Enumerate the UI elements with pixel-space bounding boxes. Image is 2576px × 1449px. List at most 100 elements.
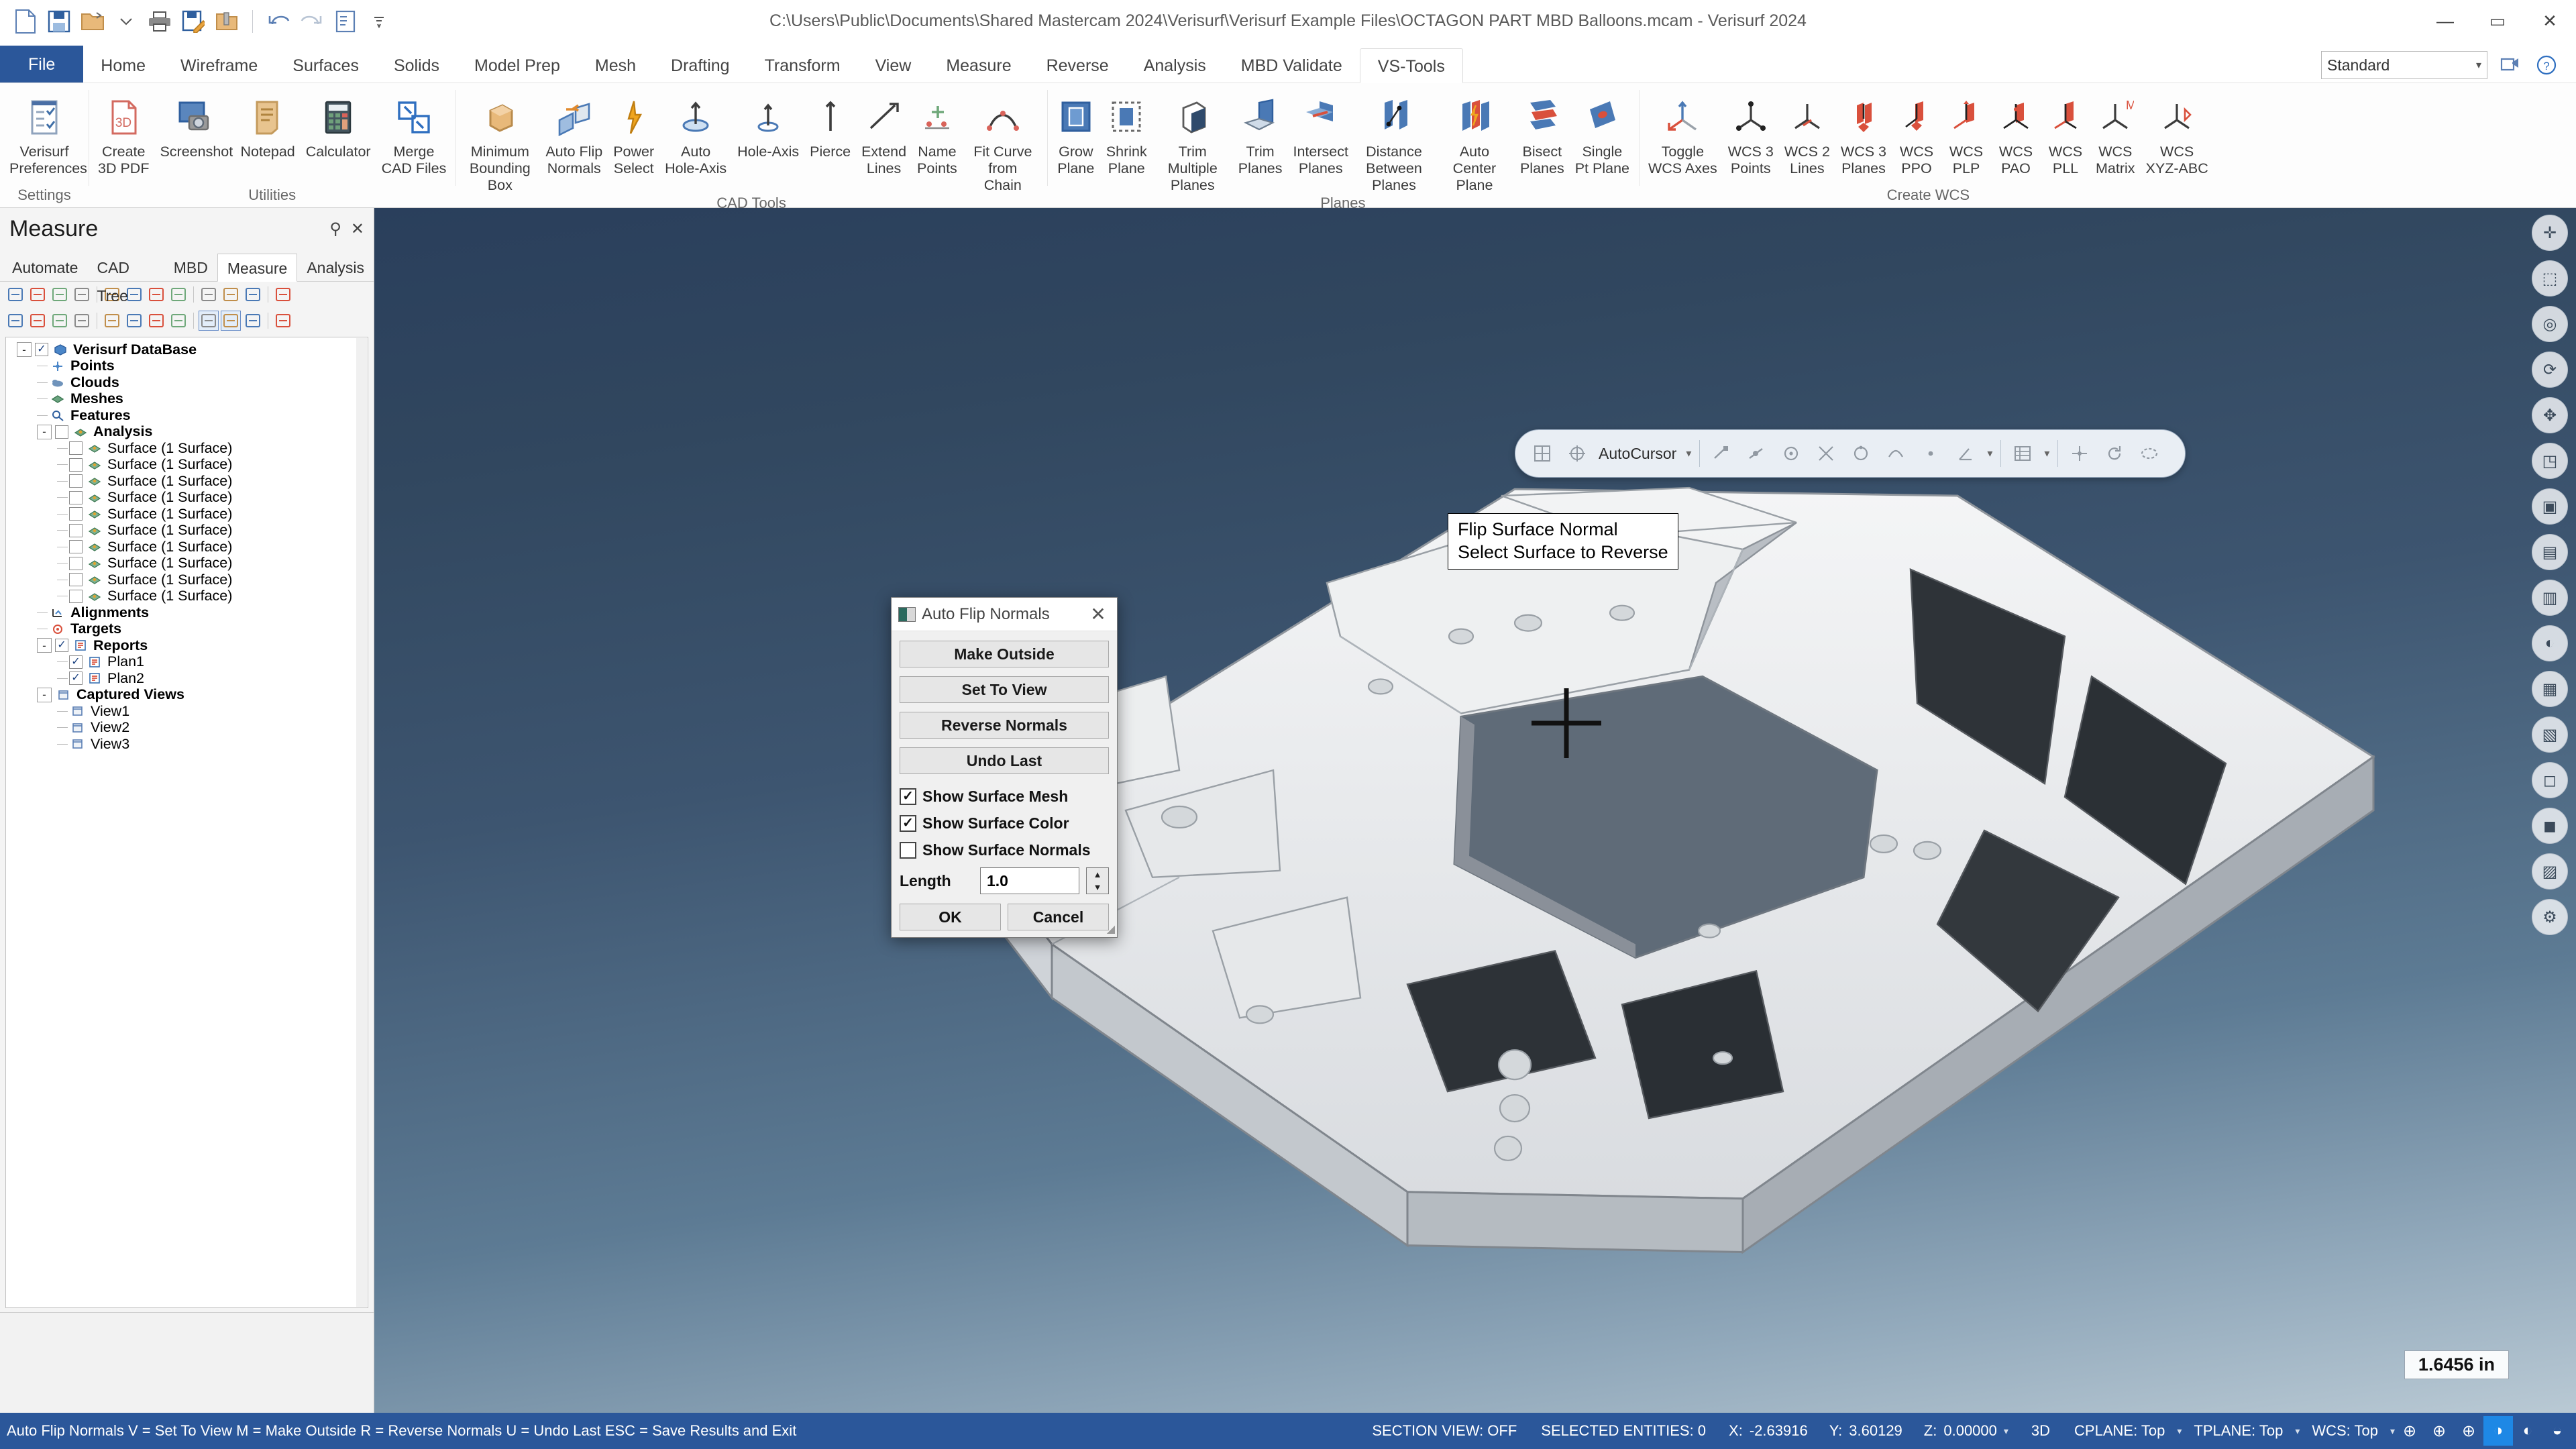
shade-icon[interactable]: ◑ xyxy=(2483,1416,2513,1446)
export-icon[interactable] xyxy=(213,8,240,35)
tree-checkbox[interactable] xyxy=(69,573,83,587)
ribbon-tab-drafting[interactable]: Drafting xyxy=(653,48,747,83)
make-outside-button[interactable]: Make Outside xyxy=(900,641,1109,667)
ribbon-tab-mbd-validate[interactable]: MBD Validate xyxy=(1224,48,1360,83)
midpoint-snap-icon[interactable] xyxy=(1743,440,1770,467)
report-small-icon[interactable] xyxy=(243,284,263,305)
redo-icon[interactable] xyxy=(299,8,325,35)
ribbon-button-minimum-bounding-box[interactable]: Minimum Bounding Box xyxy=(460,91,540,194)
tree-checkbox[interactable] xyxy=(69,458,83,472)
ribbon-button-wcs-pll[interactable]: WCS PLL xyxy=(2041,91,2090,177)
minimize-button[interactable]: — xyxy=(2419,0,2471,43)
tree-checkbox[interactable] xyxy=(35,343,48,357)
stepper-up-icon[interactable]: ▲ xyxy=(1087,868,1108,881)
bar-icon[interactable] xyxy=(146,284,166,305)
coord-caret-icon[interactable]: ▾ xyxy=(2004,1426,2008,1437)
plane-icon[interactable] xyxy=(28,284,48,305)
tree-item[interactable]: - Reports xyxy=(10,637,368,654)
properties-icon[interactable] xyxy=(332,8,359,35)
set-to-view-button[interactable]: Set To View xyxy=(900,676,1109,703)
ribbon-button-grow-plane[interactable]: Grow Plane xyxy=(1051,91,1101,177)
customize-qat-icon[interactable] xyxy=(366,8,392,35)
tree-checkbox[interactable] xyxy=(69,441,83,455)
tree-item[interactable]: - Verisurf DataBase xyxy=(10,341,368,358)
panel-tab-automate[interactable]: Automate xyxy=(3,254,87,282)
auto-flip-normals-dialog[interactable]: Auto Flip Normals ✕ Make Outside Set To … xyxy=(891,597,1118,938)
tree-checkbox[interactable] xyxy=(69,474,83,488)
tree-item[interactable]: - Analysis xyxy=(10,423,368,441)
ribbon-button-extend-lines[interactable]: Extend Lines xyxy=(856,91,912,177)
ribbon-button-name-points[interactable]: Name Points xyxy=(912,91,963,177)
panel-tab-analysis[interactable]: Analysis xyxy=(297,254,374,282)
tree-item[interactable]: Surface (1 Surface) xyxy=(10,588,368,605)
select-ellipse-icon[interactable] xyxy=(2136,440,2163,467)
isometric-view-icon[interactable]: ◳ xyxy=(2532,443,2568,479)
ribbon-button-notepad[interactable]: Notepad xyxy=(235,91,300,160)
tree-item[interactable]: Surface (1 Surface) xyxy=(10,522,368,539)
ribbon-button-create-3d-pdf[interactable]: 3D Create 3D PDF xyxy=(93,91,154,177)
grid-table-icon[interactable] xyxy=(2009,440,2036,467)
autocursor-caret-icon[interactable]: ▾ xyxy=(1686,447,1691,460)
tree-checkbox[interactable] xyxy=(69,490,83,504)
shade-icon[interactable]: ◐ xyxy=(2532,625,2568,661)
wcs-status[interactable]: WCS: Top xyxy=(2300,1422,2390,1440)
tree-checkbox[interactable] xyxy=(69,655,83,669)
show-surface-color-checkbox[interactable]: ✓ Show Surface Color xyxy=(900,810,1109,837)
screenshot-small-icon[interactable] xyxy=(50,284,70,305)
ribbon-button-verisurf-preferences[interactable]: Verisurf Preferences xyxy=(4,91,87,177)
tree-item[interactable]: Surface (1 Surface) xyxy=(10,555,368,572)
tplane-caret-icon[interactable]: ▾ xyxy=(2295,1426,2300,1437)
length-stepper[interactable]: ▲ ▼ xyxy=(1086,867,1109,894)
ribbon-tab-reverse[interactable]: Reverse xyxy=(1029,48,1126,83)
help-icon[interactable]: ? xyxy=(2533,52,2560,78)
list-icon[interactable] xyxy=(243,311,263,331)
top-view-icon[interactable]: ▣ xyxy=(2532,488,2568,525)
dialog-close-button[interactable]: ✕ xyxy=(1085,604,1112,624)
undo-last-button[interactable]: Undo Last xyxy=(900,747,1109,774)
probe-icon[interactable] xyxy=(221,284,241,305)
ribbon-button-single-pt-plane[interactable]: Single Pt Plane xyxy=(1570,91,1635,177)
maximize-button[interactable]: ▭ xyxy=(2471,0,2524,43)
ribbon-button-trim-planes[interactable]: Trim Planes xyxy=(1233,91,1288,177)
globe-2-icon[interactable]: ⊕ xyxy=(2424,1416,2454,1446)
share-icon[interactable] xyxy=(2497,52,2524,78)
tree-checkbox[interactable] xyxy=(69,523,83,537)
ribbon-tab-surfaces[interactable]: Surfaces xyxy=(275,48,376,83)
play-icon[interactable] xyxy=(168,284,189,305)
ribbon-tab-measure[interactable]: Measure xyxy=(928,48,1028,83)
shade-2-icon[interactable]: ◐ xyxy=(2513,1416,2542,1446)
ribbon-button-wcs-plp[interactable]: WCS PLP xyxy=(1941,91,1991,177)
autocursor-toolbar[interactable]: AutoCursor ▾ ▾ ▾ xyxy=(1515,429,2186,478)
blank-icon[interactable]: ▨ xyxy=(2532,853,2568,890)
tree-checkbox[interactable] xyxy=(69,589,83,603)
grid-caret-icon[interactable]: ▾ xyxy=(2044,447,2049,460)
endpoint-snap-icon[interactable] xyxy=(1708,440,1735,467)
feature-icon[interactable] xyxy=(168,311,189,331)
tree-item[interactable]: Surface (1 Surface) xyxy=(10,539,368,555)
tree-item[interactable]: View2 xyxy=(10,719,368,737)
configuration-select[interactable]: Standard ▾ xyxy=(2321,51,2487,79)
tree-checkbox[interactable] xyxy=(69,540,83,554)
show-surface-normals-checkbox[interactable]: Show Surface Normals xyxy=(900,837,1109,863)
ribbon-button-wcs-pao[interactable]: WCS PAO xyxy=(1991,91,2041,177)
view-mode-toggle[interactable]: 3D xyxy=(2019,1422,2062,1440)
chevron-down-icon[interactable] xyxy=(113,8,140,35)
label-icon[interactable] xyxy=(221,311,241,331)
ribbon-button-wcs-ppo[interactable]: WCS PPO xyxy=(1892,91,1941,177)
tree-scrollbar[interactable] xyxy=(356,338,367,1307)
print-icon[interactable] xyxy=(146,8,173,35)
open-folder-icon[interactable] xyxy=(79,8,106,35)
rotate-view-icon[interactable] xyxy=(2101,440,2128,467)
right-view-icon[interactable]: ▥ xyxy=(2532,580,2568,616)
tree-item[interactable]: - Captured Views xyxy=(10,686,368,704)
ribbon-button-bisect-planes[interactable]: Bisect Planes xyxy=(1515,91,1570,177)
ribbon-button-wcs-matrix[interactable]: M WCS Matrix xyxy=(2090,91,2141,177)
hide-icon[interactable]: ◻ xyxy=(2532,762,2568,798)
ribbon-button-auto-flip-normals[interactable]: Auto Flip Normals xyxy=(540,91,608,177)
ribbon-tab-analysis[interactable]: Analysis xyxy=(1126,48,1224,83)
section-icon[interactable]: ▧ xyxy=(2532,716,2568,753)
align-icon[interactable] xyxy=(72,284,92,305)
point-snap-icon[interactable] xyxy=(1917,440,1944,467)
ribbon-button-power-select[interactable]: Power Select xyxy=(608,91,659,177)
zoom-window-icon[interactable]: ⬚ xyxy=(2532,260,2568,297)
